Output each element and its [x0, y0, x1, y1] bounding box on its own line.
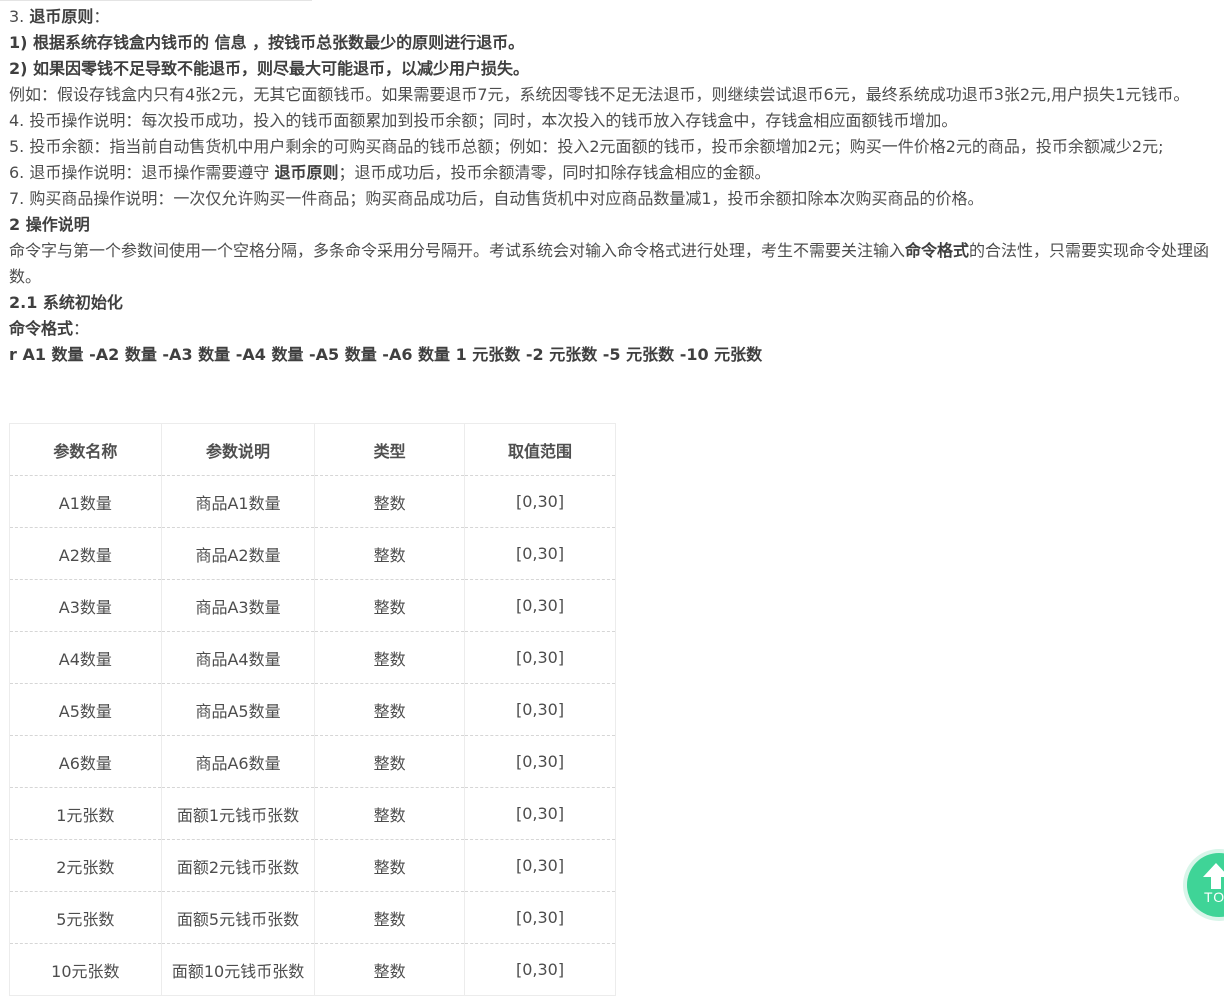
cell-range: [0,30]: [464, 527, 616, 580]
cell-range: [0,30]: [464, 787, 616, 840]
note-refund-suffix: ；退币成功后，投币余额清零，同时扣除存钱盒相应的金额。: [338, 163, 771, 182]
cell-param-name: 1元张数: [9, 787, 162, 840]
refund-principle-title: 退币原则: [29, 7, 94, 26]
cell-param-name: 10元张数: [9, 943, 162, 996]
refund-rule-2: 2) 如果因零钱不足导致不能退币，则尽最大可能退币，以减少用户损失。: [9, 59, 530, 78]
parameter-table: 参数名称 参数说明 类型 取值范围 A1数量 商品A1数量 整数 [0,30] …: [9, 423, 616, 996]
note-refund-bold: 退币原则: [274, 163, 339, 182]
cell-param-name: A2数量: [9, 527, 162, 580]
back-to-top-button[interactable]: TO: [1187, 853, 1224, 917]
table-row: A6数量 商品A6数量 整数 [0,30]: [9, 735, 616, 788]
cell-range: [0,30]: [464, 683, 616, 736]
note-refund-prefix: 6. 退币操作说明：退币操作需要遵守: [9, 163, 275, 182]
cell-type: 整数: [314, 475, 466, 528]
cell-param-desc: 商品A5数量: [160, 683, 316, 736]
table-row: 5元张数 面额5元钱币张数 整数 [0,30]: [9, 891, 616, 944]
table-row: 1元张数 面额1元钱币张数 整数 [0,30]: [9, 787, 616, 840]
cell-param-name: 5元张数: [9, 891, 162, 944]
cell-range: [0,30]: [464, 943, 616, 996]
cell-param-desc: 商品A6数量: [160, 735, 316, 788]
cell-param-desc: 商品A4数量: [160, 631, 316, 684]
table-row: A1数量 商品A1数量 整数 [0,30]: [9, 475, 616, 528]
cell-param-desc: 面额5元钱币张数: [160, 891, 316, 944]
cell-param-name: A6数量: [9, 735, 162, 788]
refund-rule-1: 1) 根据系统存钱盒内钱币的 信息 ，按钱币总张数最少的原则进行退币。: [9, 33, 525, 52]
command-format-title: 命令格式: [9, 319, 74, 338]
header-range: 取值范围: [464, 423, 616, 476]
cell-param-name: A3数量: [9, 579, 162, 632]
operations-desc-prefix: 命令字与第一个参数间使用一个空格分隔，多条命令采用分号隔开。考试系统会对输入命令…: [9, 241, 906, 260]
operations-description: 命令字与第一个参数间使用一个空格分隔，多条命令采用分号隔开。考试系统会对输入命令…: [9, 238, 1221, 290]
operations-heading: 2 操作说明: [9, 215, 90, 234]
cell-param-name: 2元张数: [9, 839, 162, 892]
cell-param-name: A5数量: [9, 683, 162, 736]
table-header-row: 参数名称 参数说明 类型 取值范围: [9, 423, 616, 476]
refund-example: 例如：假设存钱盒内只有4张2元，无其它面额钱币。如果需要退币7元，系统因零钱不足…: [9, 85, 1190, 104]
table-row: A4数量 商品A4数量 整数 [0,30]: [9, 631, 616, 684]
cell-type: 整数: [314, 839, 466, 892]
heading-number: 3.: [9, 7, 30, 26]
table-row: A2数量 商品A2数量 整数 [0,30]: [9, 527, 616, 580]
init-command: r A1 数量 -A2 数量 -A3 数量 -A4 数量 -A5 数量 -A6 …: [9, 345, 763, 364]
table-row: 10元张数 面额10元钱币张数 整数 [0,30]: [9, 943, 616, 996]
cell-type: 整数: [314, 579, 466, 632]
cell-param-desc: 商品A1数量: [160, 475, 316, 528]
table-row: 2元张数 面额2元钱币张数 整数 [0,30]: [9, 839, 616, 892]
cell-param-desc: 面额1元钱币张数: [160, 787, 316, 840]
back-to-top-label: TO: [1204, 889, 1224, 905]
header-type: 类型: [314, 423, 466, 476]
cell-range: [0,30]: [464, 891, 616, 944]
cell-param-desc: 面额2元钱币张数: [160, 839, 316, 892]
command-format-label: 命令格式：: [9, 316, 1221, 342]
header-param-desc: 参数说明: [160, 423, 316, 476]
cell-param-name: A4数量: [9, 631, 162, 684]
operations-desc-bold: 命令格式: [905, 241, 970, 260]
header-param-name: 参数名称: [9, 423, 162, 476]
note-refund-operation: 6. 退币操作说明：退币操作需要遵守 退币原则；退币成功后，投币余额清零，同时扣…: [9, 160, 1221, 186]
cell-param-name: A1数量: [9, 475, 162, 528]
article-content: 3. 退币原则： 1) 根据系统存钱盒内钱币的 信息 ，按钱币总张数最少的原则进…: [9, 4, 1221, 368]
cell-type: 整数: [314, 683, 466, 736]
cell-range: [0,30]: [464, 579, 616, 632]
cell-type: 整数: [314, 527, 466, 580]
cell-param-desc: 商品A2数量: [160, 527, 316, 580]
cell-type: 整数: [314, 787, 466, 840]
command-format-colon: ：: [73, 319, 90, 338]
note-coin-insert: 4. 投币操作说明：每次投币成功，投入的钱币面额累加到投币余额；同时，本次投入的…: [9, 111, 958, 130]
cell-range: [0,30]: [464, 475, 616, 528]
refund-principle-heading: 3. 退币原则：: [9, 4, 1221, 30]
cell-type: 整数: [314, 735, 466, 788]
table-row: A5数量 商品A5数量 整数 [0,30]: [9, 683, 616, 736]
top-divider: [0, 0, 312, 1]
cell-param-desc: 商品A3数量: [160, 579, 316, 632]
cell-range: [0,30]: [464, 735, 616, 788]
note-purchase: 7. 购买商品操作说明：一次仅允许购买一件商品；购买商品成功后，自动售货机中对应…: [9, 189, 984, 208]
cell-type: 整数: [314, 631, 466, 684]
cell-range: [0,30]: [464, 839, 616, 892]
cell-range: [0,30]: [464, 631, 616, 684]
cell-param-desc: 面额10元钱币张数: [160, 943, 316, 996]
note-coin-balance: 5. 投币余额：指当前自动售货机中用户剩余的可购买商品的钱币总额；例如：投入2元…: [9, 137, 1164, 156]
init-heading: 2.1 系统初始化: [9, 293, 123, 312]
cell-type: 整数: [314, 891, 466, 944]
heading-colon: ：: [93, 7, 110, 26]
cell-type: 整数: [314, 943, 466, 996]
arrow-up-icon: [1203, 863, 1224, 889]
table-row: A3数量 商品A3数量 整数 [0,30]: [9, 579, 616, 632]
